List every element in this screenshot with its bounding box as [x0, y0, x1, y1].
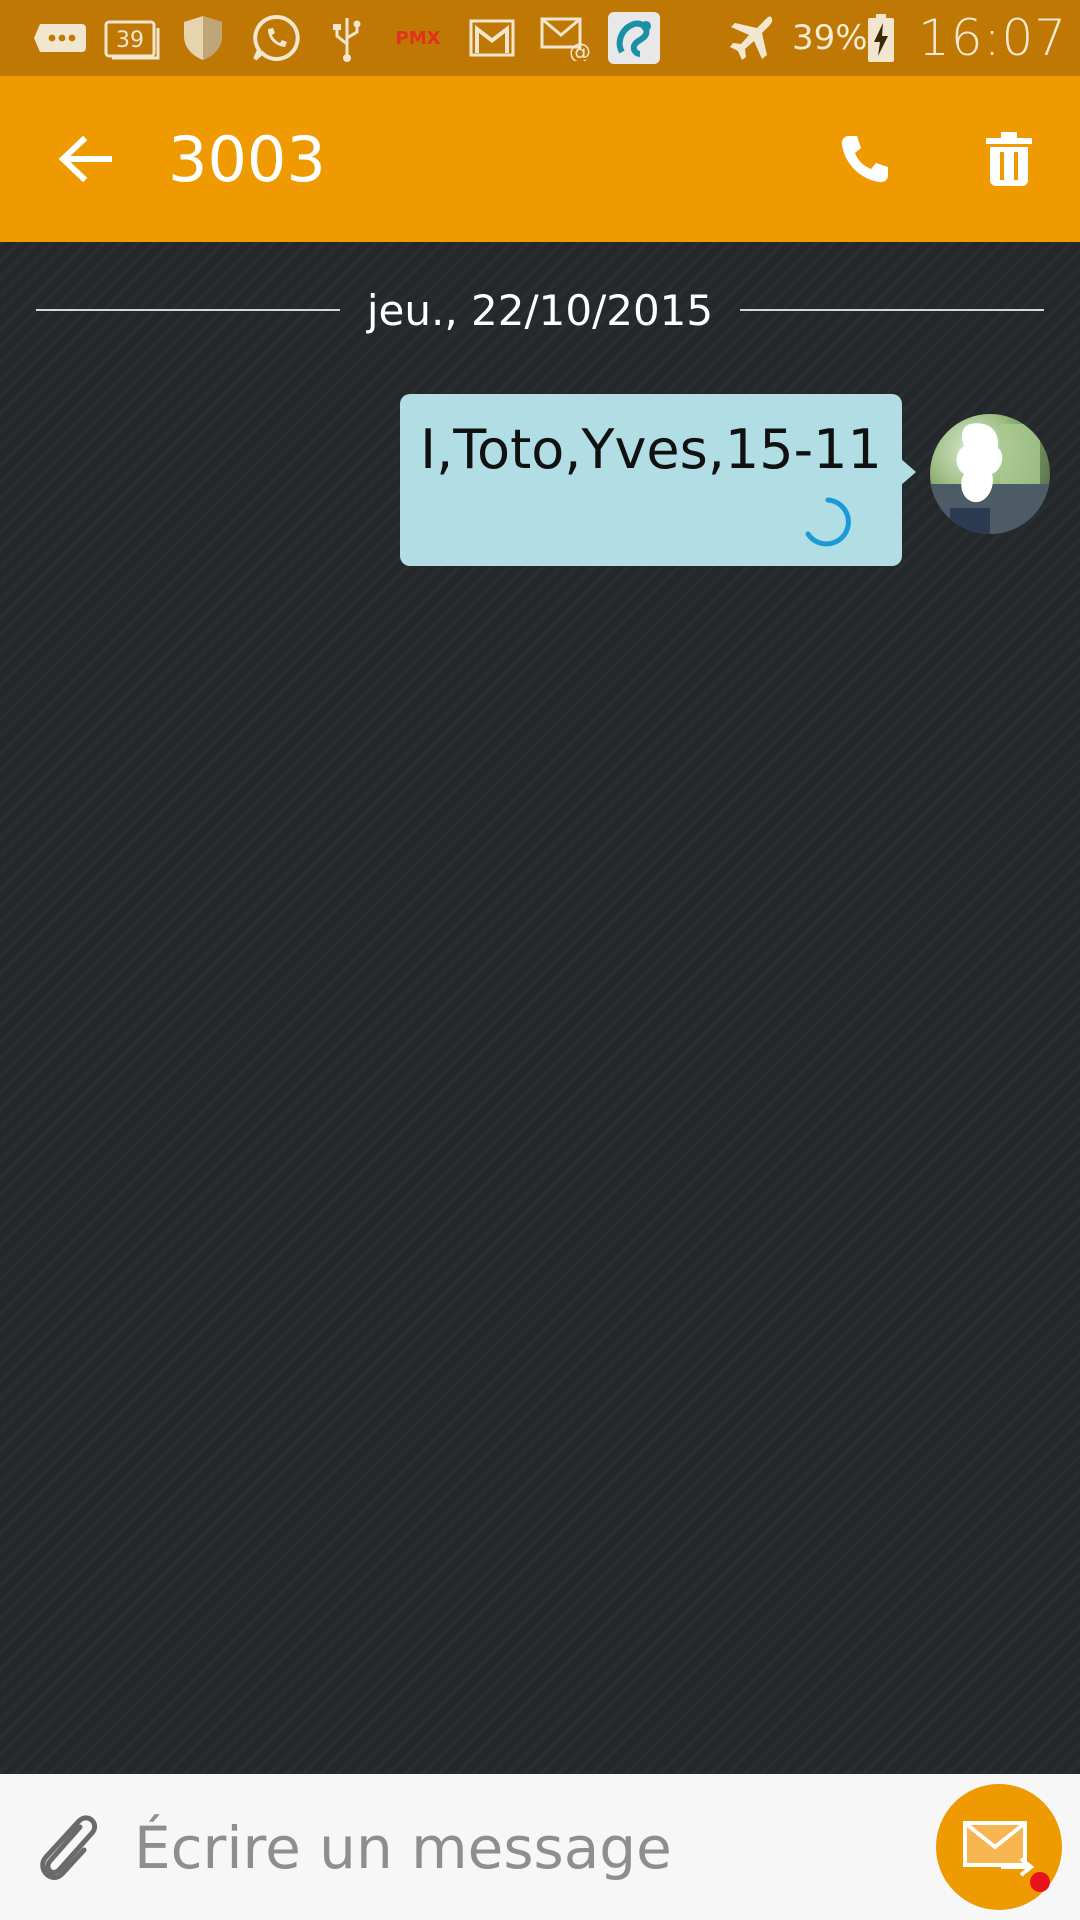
date-divider-left	[36, 309, 340, 311]
conversation-view[interactable]: jeu., 22/10/2015 I,Toto,Yves,15-11	[0, 242, 1080, 1774]
notification-dot	[1030, 1872, 1050, 1892]
delete-button[interactable]	[964, 118, 1054, 200]
date-divider-right	[740, 309, 1044, 311]
avatar[interactable]	[930, 414, 1050, 534]
trash-icon	[986, 132, 1032, 186]
shield-icon	[180, 14, 226, 62]
whatsapp-icon	[250, 14, 302, 62]
attach-button[interactable]	[22, 1802, 116, 1896]
more-notifications-icon	[34, 14, 88, 62]
pmx-app-icon: PMX	[392, 14, 444, 62]
message-text: I,Toto,Yves,15-11	[420, 417, 882, 481]
phone-icon	[841, 136, 888, 183]
status-time: 16:07	[918, 9, 1068, 67]
message-bubble[interactable]: I,Toto,Yves,15-11	[400, 394, 902, 566]
contact-photo-icon	[930, 423, 1050, 534]
sending-spinner-icon	[805, 497, 851, 547]
app-launcher-icon	[608, 12, 660, 64]
compose-bar	[0, 1774, 1080, 1920]
airplane-mode-icon	[726, 14, 778, 62]
send-message-icon	[963, 1821, 1035, 1877]
email-icon: @	[540, 14, 594, 62]
call-button[interactable]	[820, 118, 910, 200]
app-bar: 3003	[0, 76, 1080, 242]
pmx-label: PMX	[395, 27, 441, 49]
back-arrow-icon	[58, 135, 112, 183]
calendar-39-icon: 39	[104, 14, 160, 62]
svg-text:@: @	[569, 40, 591, 61]
usb-icon	[328, 14, 366, 62]
gmail-icon	[468, 14, 516, 62]
conversation-title: 3003	[168, 122, 326, 196]
status-bar: 39 PMX @ 39% 16:07	[0, 0, 1080, 76]
back-button[interactable]	[40, 118, 130, 200]
calendar-badge: 39	[116, 28, 144, 53]
message-input[interactable]	[134, 1796, 904, 1900]
date-separator: jeu., 22/10/2015	[366, 285, 714, 335]
battery-percent: 39%	[792, 18, 868, 58]
message-bubble-tail	[900, 458, 916, 486]
battery-charging-icon	[866, 14, 896, 62]
paperclip-icon	[40, 1815, 98, 1881]
